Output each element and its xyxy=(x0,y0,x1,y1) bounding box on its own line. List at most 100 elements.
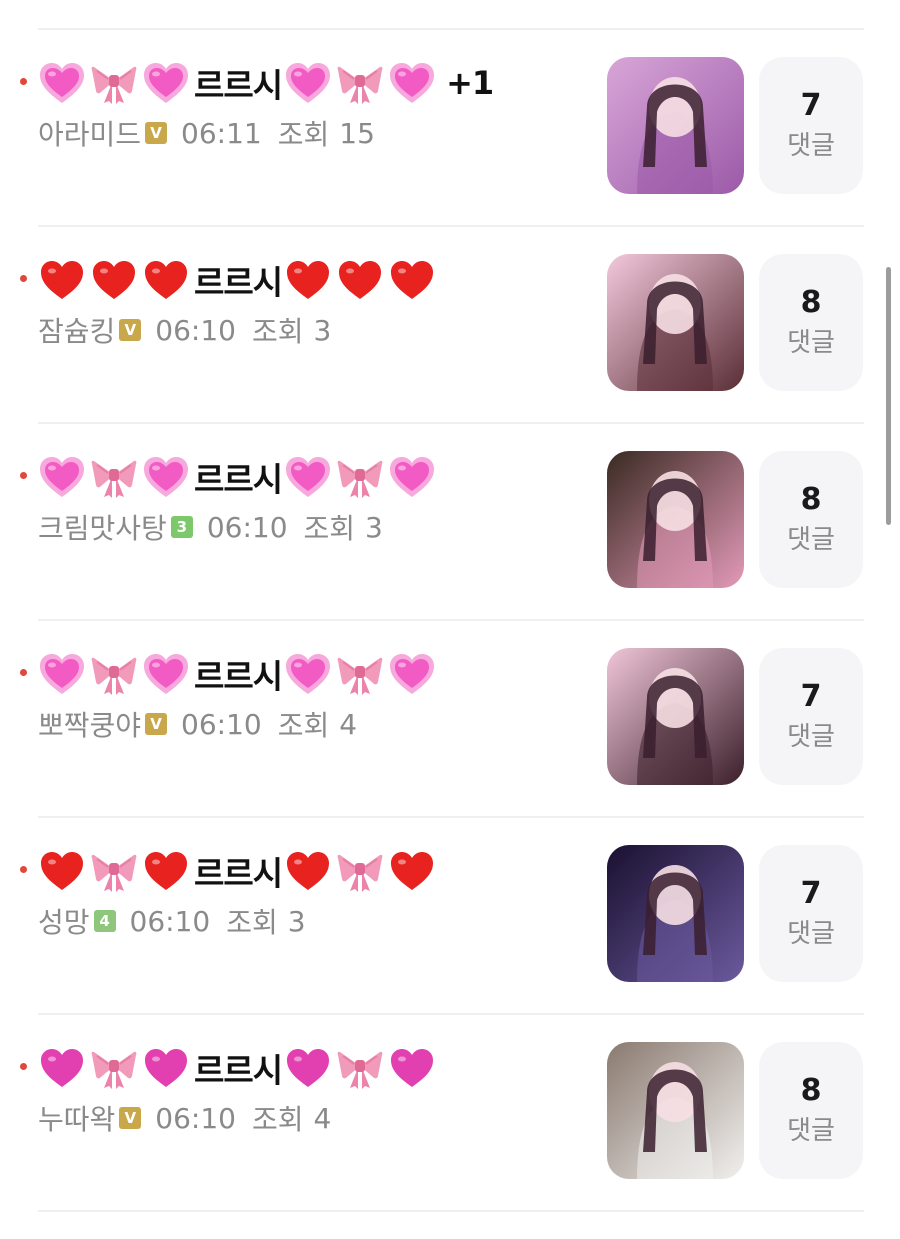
red-heart-icon xyxy=(142,258,190,302)
post-item[interactable]: 르르시 성망 4 06:10 조회 3 7 댓글 xyxy=(0,845,900,985)
post-title[interactable]: 르르시 xyxy=(38,648,440,700)
post-time: 06:10 xyxy=(155,1101,236,1135)
row-divider xyxy=(38,1013,864,1015)
post-time: 06:11 xyxy=(181,116,262,150)
red-heart-icon xyxy=(284,849,332,893)
post-item[interactable]: 르르시 +1 아라미드 V 06:11 조회 15 7 댓글 xyxy=(0,57,900,197)
magenta-heart-icon xyxy=(284,1046,332,1090)
comment-count: 8 xyxy=(800,481,822,517)
post-title[interactable]: 르르시 +1 xyxy=(38,57,494,109)
growing-heart-icon xyxy=(284,61,332,105)
ribbon-icon xyxy=(336,652,384,696)
post-time: 06:10 xyxy=(181,707,262,741)
post-time: 06:10 xyxy=(206,510,288,544)
title-extra-count: +1 xyxy=(446,64,494,102)
post-thumbnail[interactable] xyxy=(607,254,744,391)
post-thumbnail[interactable] xyxy=(607,1042,744,1179)
views-label: 조회 xyxy=(251,315,304,348)
growing-heart-icon xyxy=(38,652,86,696)
post-meta: 성망 4 06:10 조회 3 xyxy=(38,901,306,941)
post-item[interactable]: 르르시잠슘킹 V 06:10 조회 3 8 댓글 xyxy=(0,254,900,394)
author-name[interactable]: 크림맛사탕 xyxy=(38,507,167,547)
post-title-text: 르르시 xyxy=(194,66,283,105)
growing-heart-icon xyxy=(388,61,436,105)
views-label: 조회 xyxy=(226,906,278,939)
growing-heart-icon xyxy=(142,61,190,105)
unread-dot xyxy=(20,866,27,873)
red-heart-icon xyxy=(90,258,138,302)
red-heart-icon xyxy=(388,849,436,893)
author-name[interactable]: 잠슘킹 xyxy=(38,310,115,350)
comment-label: 댓글 xyxy=(787,1115,835,1146)
comment-count: 8 xyxy=(800,1072,822,1108)
ribbon-icon xyxy=(90,455,138,499)
growing-heart-icon xyxy=(284,652,332,696)
views-label: 조회 xyxy=(303,512,356,545)
post-thumbnail[interactable] xyxy=(607,451,744,588)
comment-count: 7 xyxy=(800,678,822,714)
member-level-badge: V xyxy=(119,319,142,341)
post-thumbnail[interactable] xyxy=(607,845,744,982)
author-name[interactable]: 뽀짝쿵야 xyxy=(38,704,141,744)
growing-heart-icon xyxy=(38,61,86,105)
author-name[interactable]: 성망 xyxy=(38,901,90,941)
post-title[interactable]: 르르시 xyxy=(38,254,440,306)
growing-heart-icon xyxy=(38,455,86,499)
member-level-badge: V xyxy=(119,1107,142,1129)
views-label: 조회 xyxy=(277,118,330,151)
post-thumbnail[interactable] xyxy=(607,648,744,785)
unread-dot xyxy=(20,1063,27,1070)
unread-dot xyxy=(20,275,27,282)
view-count: 3 xyxy=(365,510,383,544)
post-time: 06:10 xyxy=(155,313,236,347)
post-title-text: 르르시 xyxy=(194,657,283,696)
comment-label: 댓글 xyxy=(787,130,835,161)
growing-heart-icon xyxy=(284,455,332,499)
view-count: 3 xyxy=(313,313,332,347)
post-meta: 누따왁 V 06:10 조회 4 xyxy=(38,1098,331,1138)
author-name[interactable]: 누따왁 xyxy=(38,1098,115,1138)
unread-dot xyxy=(20,472,27,479)
post-meta: 아라미드 V 06:11 조회 15 xyxy=(38,113,375,153)
post-item[interactable]: 르르시 크림맛사탕 3 06:10 조회 3 8 댓글 xyxy=(0,451,900,591)
unread-dot xyxy=(20,78,27,85)
red-heart-icon xyxy=(336,258,384,302)
unread-dot xyxy=(20,669,27,676)
ribbon-icon xyxy=(90,849,138,893)
post-thumbnail[interactable] xyxy=(607,57,744,194)
comment-count-button[interactable]: 7 댓글 xyxy=(759,57,863,194)
post-title[interactable]: 르르시 xyxy=(38,845,440,897)
post-meta: 크림맛사탕 3 06:10 조회 3 xyxy=(38,507,383,547)
ribbon-icon xyxy=(336,1046,384,1090)
view-count: 15 xyxy=(339,116,375,150)
post-item[interactable]: 르르시 누따왁 V 06:10 조회 4 8 댓글 xyxy=(0,1042,900,1182)
comment-count-button[interactable]: 8 댓글 xyxy=(759,451,863,588)
member-level-badge: V xyxy=(145,122,168,144)
comment-count: 7 xyxy=(800,87,822,123)
magenta-heart-icon xyxy=(388,1046,436,1090)
view-count: 4 xyxy=(313,1101,332,1135)
comment-label: 댓글 xyxy=(787,327,835,358)
post-title[interactable]: 르르시 xyxy=(38,451,440,503)
post-meta: 뽀짝쿵야 V 06:10 조회 4 xyxy=(38,704,357,744)
member-level-badge: 3 xyxy=(170,516,193,538)
comment-count-button[interactable]: 8 댓글 xyxy=(759,254,863,391)
comment-count-button[interactable]: 7 댓글 xyxy=(759,648,863,785)
ribbon-icon xyxy=(90,652,138,696)
view-count: 3 xyxy=(287,904,306,938)
comment-label: 댓글 xyxy=(787,524,835,555)
post-title[interactable]: 르르시 xyxy=(38,1042,440,1094)
view-count: 4 xyxy=(339,707,358,741)
comment-count-button[interactable]: 8 댓글 xyxy=(759,1042,863,1179)
ribbon-icon xyxy=(336,849,384,893)
comment-count: 8 xyxy=(800,284,822,320)
post-item[interactable]: 르르시뽀짝쿵야 V 06:10 조회 4 7 댓글 xyxy=(0,648,900,788)
magenta-heart-icon xyxy=(142,1046,190,1090)
post-meta: 잠슘킹 V 06:10 조회 3 xyxy=(38,310,331,350)
comment-count-button[interactable]: 7 댓글 xyxy=(759,845,863,982)
ribbon-icon xyxy=(90,61,138,105)
red-heart-icon xyxy=(38,849,86,893)
post-title-text: 르르시 xyxy=(194,263,283,302)
author-name[interactable]: 아라미드 xyxy=(38,113,141,153)
red-heart-icon xyxy=(142,849,190,893)
